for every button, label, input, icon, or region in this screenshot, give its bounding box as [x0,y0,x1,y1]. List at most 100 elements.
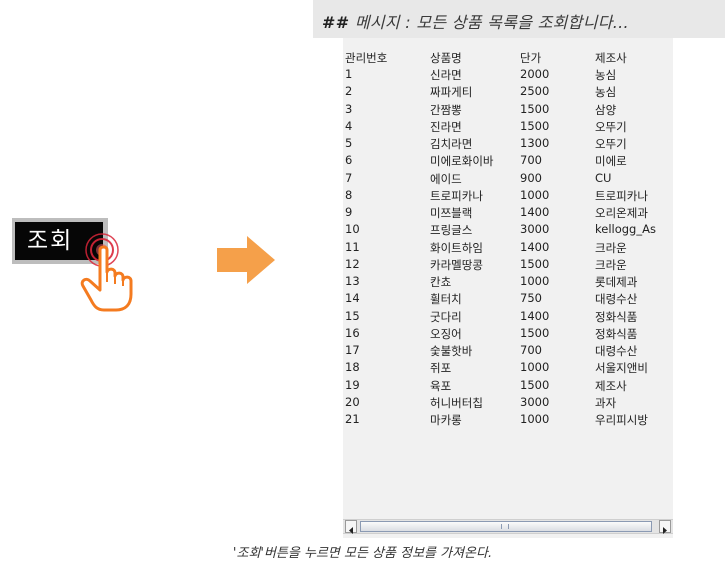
chevron-left-icon [349,527,353,534]
message-prefix: ## [322,13,350,32]
grip-icon [501,524,509,529]
cell-maker: 크라운 [595,257,627,272]
message-bar: ## 메시지 : 모든 상품 목록을 조회합니다... [313,0,725,38]
pointing-hand-icon [80,233,133,312]
cell-id: 16 [345,325,360,340]
cell-name: 트로피카나 [430,188,483,203]
cell-price: 1000 [520,274,550,288]
cell-maker: kellogg_As [595,222,656,237]
cell-maker: 트로피카나 [595,188,648,203]
cell-maker: 농심 [595,85,617,100]
cell-name: 허니버터칩 [430,395,483,410]
cell-name: 굿다리 [430,309,462,324]
cell-maker: 미에로 [595,154,627,169]
cell-name: 숯불핫바 [430,344,473,358]
cell-id: 3 [345,101,353,116]
cell-price: 1400 [520,308,550,323]
cell-maker: 정화식품 [595,326,638,341]
cell-price: 1500 [520,101,550,116]
cell-id: 19 [345,377,360,392]
cell-id: 2 [345,84,353,99]
cell-price: 1000 [520,412,550,426]
cell-id: 21 [345,412,360,426]
cell-id: 7 [345,170,353,185]
cell-price: 1500 [520,377,550,392]
product-table: 관리번호 상품명 단가 제조사 1 신라면 2000 농심 2 짜파게티 2500 농심 3 간짬… [343,38,673,538]
cell-maker: 제조사 [595,378,627,393]
cell-id: 11 [345,239,360,254]
cell-id: 18 [345,360,360,375]
cell-maker: 농심 [595,68,617,82]
cell-maker: 서울지앤비 [595,361,648,376]
cell-price: 700 [520,153,542,168]
cell-maker: CU [595,170,612,185]
cell-price: 1300 [520,136,550,150]
column-header-name: 상품명 [430,51,462,65]
cell-maker: 오뚜기 [595,137,627,151]
column-header-price: 단가 [520,51,542,65]
scroll-thumb[interactable] [360,521,652,532]
caption: '조회'버튼을 누르면 모든 상품 정보를 가져온다. [232,546,493,561]
cell-name: 마카롱 [430,413,462,427]
cell-name: 에이드 [430,171,462,186]
cell-id: 8 [345,187,353,202]
cell-name: 프링글스 [430,223,473,238]
cell-maker: 우리피시방 [595,413,648,427]
message-text: 메시지 : 모든 상품 목록을 조회합니다... [354,13,629,32]
cell-price: 1500 [520,256,550,271]
cell-price: 1400 [520,239,550,254]
chevron-right-icon [663,527,667,534]
cell-name: 진라면 [430,119,462,134]
cell-price: 1500 [520,118,550,133]
cell-name: 신라면 [430,68,462,82]
cell-price: 700 [520,343,542,357]
cell-maker: 정화식품 [595,309,638,324]
cell-id: 10 [345,222,360,237]
cell-name: 휠터치 [430,292,462,307]
cell-id: 12 [345,256,360,271]
cell-price: 3000 [520,222,550,237]
cell-id: 9 [345,205,353,219]
cell-maker: 과자 [595,395,617,410]
cell-price: 3000 [520,394,550,409]
scroll-right-button[interactable] [659,520,671,534]
cell-id: 14 [345,291,360,306]
horizontal-scrollbar[interactable] [343,519,673,534]
cell-id: 17 [345,343,360,357]
cell-price: 2500 [520,84,550,99]
scroll-left-button[interactable] [345,520,357,534]
cell-id: 4 [345,118,353,133]
cell-name: 쥐포 [430,361,452,376]
cell-name: 카라멜땅콩 [430,257,483,272]
cell-price: 1500 [520,325,550,340]
cell-id: 13 [345,274,360,288]
cell-maker: 오리온제과 [595,206,648,220]
column-header-id: 관리번호 [345,51,388,65]
cell-maker: 크라운 [595,240,627,255]
cell-maker: 롯데제과 [595,275,638,289]
status-message: ## 메시지 : 모든 상품 목록을 조회합니다... [322,9,629,33]
cell-id: 20 [345,394,360,409]
cell-maker: 오뚜기 [595,119,627,134]
cell-name: 육포 [430,378,452,393]
cell-name: 오징어 [430,326,462,341]
cell-price: 750 [520,291,542,306]
right-arrow-icon [217,236,275,284]
cell-name: 간짬뽕 [430,102,462,117]
cell-maker: 대령수산 [595,292,638,307]
cell-price: 1000 [520,187,550,202]
cell-name: 미에로화이바 [430,154,494,169]
cell-name: 칸쵸 [430,275,452,289]
cell-name: 김치라면 [430,137,473,151]
cell-price: 1000 [520,360,550,375]
cell-price: 900 [520,170,542,185]
cell-maker: 삼양 [595,102,617,117]
cell-price: 2000 [520,67,550,81]
cell-name: 짜파게티 [430,85,473,100]
cell-id: 5 [345,136,353,150]
cell-id: 6 [345,153,353,168]
column-header-maker: 제조사 [595,51,627,65]
cell-id: 15 [345,308,360,323]
cell-name: 화이트하임 [430,240,483,255]
cell-name: 미쯔블랙 [430,206,473,220]
